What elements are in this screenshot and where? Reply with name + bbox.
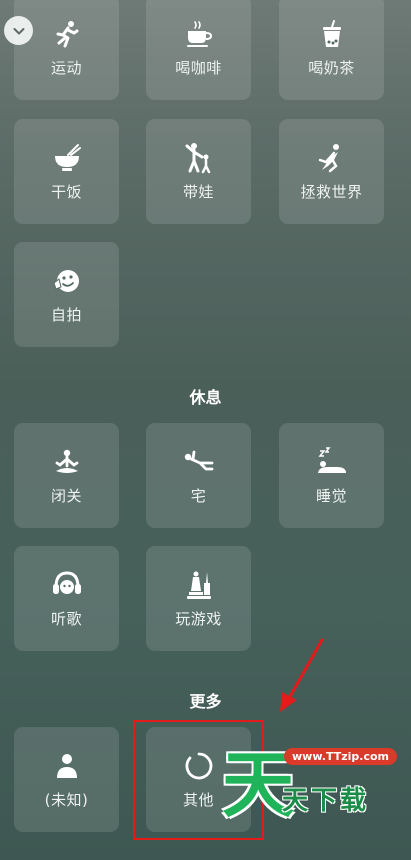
status-item-childcare[interactable]: 带娃	[146, 119, 251, 224]
watermark-text: 天下载	[282, 786, 370, 816]
status-item-unknown[interactable]: (未知)	[14, 727, 119, 832]
status-item-label: 干饭	[50, 183, 82, 201]
superhero-icon	[316, 141, 348, 175]
status-item-label: 自拍	[50, 306, 82, 324]
status-item-label: 听歌	[50, 610, 82, 628]
sleeping-icon	[315, 445, 349, 479]
status-item-music[interactable]: 听歌	[14, 546, 119, 651]
meditation-icon	[52, 445, 82, 479]
bubble-tea-icon	[317, 17, 347, 51]
status-item-label: 闭关	[50, 487, 82, 505]
status-item-selfie[interactable]: 自拍	[14, 242, 119, 347]
watermark: 天 www.TTzip.com 天下载	[222, 742, 397, 842]
section-title-more: 更多	[189, 692, 222, 711]
section-title-rest: 休息	[189, 388, 222, 407]
status-item-eating[interactable]: 干饭	[14, 119, 119, 224]
status-item-label: 喝咖啡	[175, 59, 222, 77]
status-item-coffee[interactable]: 喝咖啡	[146, 0, 251, 100]
selfie-icon	[51, 264, 83, 298]
status-item-label: 其他	[182, 791, 214, 809]
rice-bowl-icon	[52, 141, 82, 175]
watermark-url: www.TTzip.com	[284, 748, 397, 765]
status-item-label: 宅	[190, 487, 207, 505]
headphones-icon	[51, 568, 83, 602]
status-item-seclusion[interactable]: 闭关	[14, 423, 119, 528]
chess-pieces-icon	[184, 568, 214, 602]
status-item-label: 拯救世界	[300, 183, 363, 201]
circle-loading-icon	[184, 749, 214, 783]
person-icon	[54, 749, 80, 783]
status-item-label: 睡觉	[315, 487, 347, 505]
status-item-label: 运动	[50, 59, 82, 77]
lying-down-icon	[182, 445, 216, 479]
status-item-save-world[interactable]: 拯救世界	[279, 119, 384, 224]
status-item-exercise[interactable]: 运动	[14, 0, 119, 100]
status-item-label: 喝奶茶	[308, 59, 355, 77]
status-item-milk-tea[interactable]: 喝奶茶	[279, 0, 384, 100]
status-item-label: 带娃	[182, 183, 214, 201]
status-item-label: (未知)	[44, 791, 89, 809]
status-item-homebody[interactable]: 宅	[146, 423, 251, 528]
status-item-sleep[interactable]: 睡觉	[279, 423, 384, 528]
running-icon	[52, 17, 82, 51]
parent-child-icon	[183, 141, 215, 175]
status-item-label: 玩游戏	[175, 610, 222, 628]
coffee-cup-icon	[184, 17, 214, 51]
status-item-gaming[interactable]: 玩游戏	[146, 546, 251, 651]
